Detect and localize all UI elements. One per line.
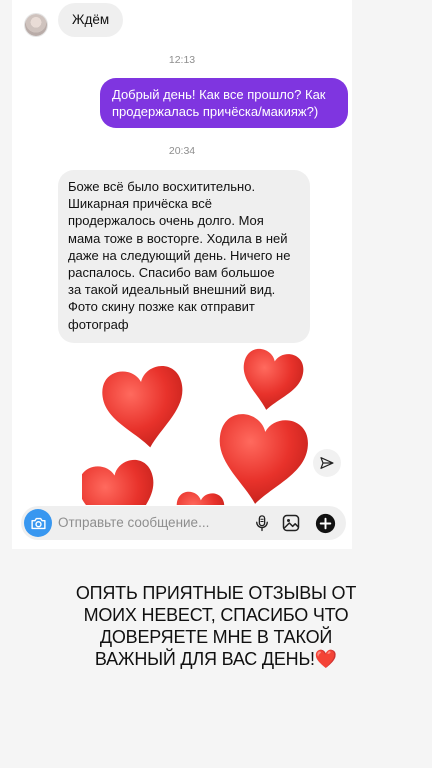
timestamp: 20:34 — [168, 145, 196, 157]
chat-screenshot: Ждём 12:13 Добрый день! Как все прошло? … — [12, 0, 352, 549]
heart-shape — [82, 456, 163, 505]
outgoing-message[interactable]: Добрый день! Как все прошло? Как продерж… — [100, 78, 348, 128]
share-button[interactable] — [313, 449, 341, 477]
heart-emoji-icon: ❤️ — [314, 649, 338, 669]
camera-icon — [30, 517, 46, 529]
message-input[interactable]: Отправьте сообщение... — [58, 506, 238, 540]
timestamp: 12:13 — [168, 54, 196, 66]
heart-shape — [174, 490, 226, 505]
incoming-message-review[interactable]: Боже всё было восхитительно. Шикарная пр… — [58, 170, 310, 343]
image-icon — [282, 514, 300, 532]
heart-shape — [211, 411, 312, 505]
send-icon — [320, 457, 334, 469]
incoming-message-short[interactable]: Ждём — [58, 3, 124, 37]
gallery-button[interactable] — [280, 512, 302, 534]
avatar[interactable] — [25, 14, 47, 36]
heart-shape — [236, 346, 306, 416]
hearts-sticker[interactable] — [82, 345, 312, 505]
message-composer: Отправьте сообщение... — [21, 506, 346, 540]
story-caption: ОПЯТЬ ПРИЯТНЫЕ ОТЗЫВЫ ОТ МОИХ НЕВЕСТ, СП… — [60, 582, 372, 670]
microphone-icon — [256, 515, 268, 532]
heart-shape — [99, 363, 190, 453]
add-button[interactable] — [314, 512, 336, 534]
plus-circle-icon — [315, 513, 335, 533]
camera-button[interactable] — [24, 509, 52, 537]
microphone-button[interactable] — [251, 512, 273, 534]
